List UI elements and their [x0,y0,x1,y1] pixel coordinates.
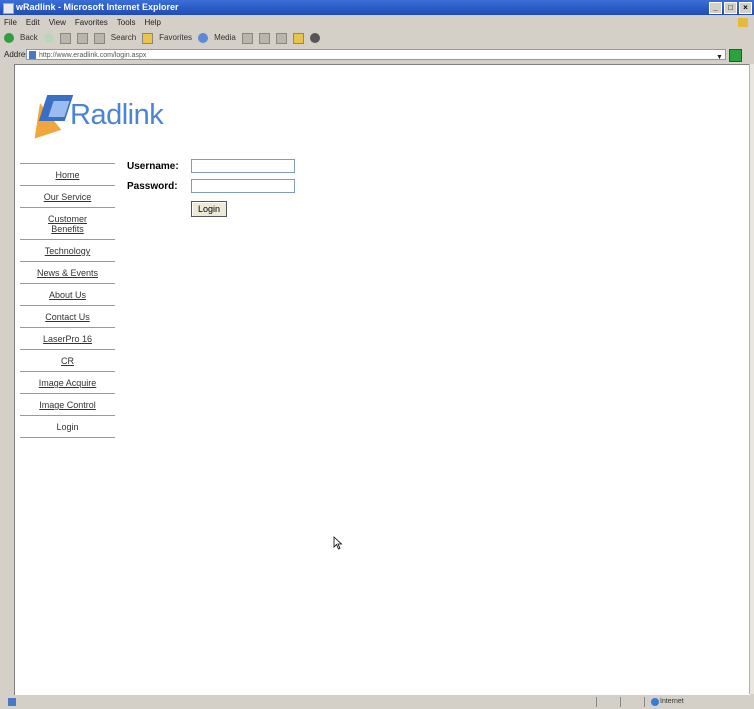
login-button[interactable]: Login [191,201,227,217]
security-zone-label: Internet [660,698,684,705]
address-url: http://www.eradlink.com/login.aspx [39,52,147,59]
address-bar: Address http://www.eradlink.com/login.as… [0,47,754,63]
menu-view[interactable]: View [49,16,66,29]
page-status-icon [8,698,16,706]
media-button[interactable]: Media [214,30,236,46]
favorites-button[interactable]: Favorites [159,30,192,46]
nav-customer-benefits[interactable]: Customer Benefits [20,207,115,239]
radlink-logo[interactable]: Radlink [24,93,189,145]
nav-home[interactable]: Home [20,163,115,185]
windows-flag-icon [738,18,748,27]
home-icon[interactable] [93,32,105,44]
vertical-scrollbar[interactable] [749,64,754,694]
messenger-icon[interactable] [309,33,320,43]
forward-arrow-icon[interactable] [43,33,54,43]
menu-file[interactable]: File [4,16,17,29]
title-bar: wRadlink - Microsoft Internet Explorer _… [0,0,754,15]
mail-icon[interactable] [258,32,270,44]
address-input[interactable]: http://www.eradlink.com/login.aspx [26,49,726,60]
nav-about-us[interactable]: About Us [20,283,115,305]
stop-icon[interactable] [59,32,71,44]
toolbar: Back Search Favorites Media [0,30,754,46]
nav-image-acquire[interactable]: Image Acquire [20,371,115,393]
back-button[interactable]: Back [20,30,38,46]
menu-favorites[interactable]: Favorites [75,16,108,29]
password-input[interactable] [191,179,295,193]
nav-laserpro-16[interactable]: LaserPro 16 [20,327,115,349]
internet-globe-icon [651,698,659,706]
nav-image-control[interactable]: Image Control [20,393,115,415]
close-button[interactable]: × [739,2,752,14]
maximize-button[interactable]: □ [724,2,737,14]
menu-edit[interactable]: Edit [26,16,40,29]
username-label: Username: [127,161,179,172]
username-input[interactable] [191,159,295,173]
back-arrow-icon[interactable] [4,33,14,43]
page-icon [29,51,36,59]
window-title: wRadlink - Microsoft Internet Explorer [16,2,179,12]
nav-cr[interactable]: CR [20,349,115,371]
status-divider [620,697,621,707]
media-icon [198,33,209,43]
status-bar: Internet [0,695,754,709]
mouse-cursor-icon [333,536,343,550]
menu-tools[interactable]: Tools [117,16,136,29]
search-button[interactable]: Search [111,30,136,46]
password-label: Password: [127,181,178,192]
favorites-star-icon [142,32,154,44]
nav-login[interactable]: Login [20,415,115,438]
nav-contact-us[interactable]: Contact Us [20,305,115,327]
status-divider [644,697,645,707]
side-nav: Home Our Service Customer Benefits Techn… [20,163,115,438]
refresh-icon[interactable] [76,32,88,44]
folder-icon[interactable] [292,32,304,44]
nav-news-events[interactable]: News & Events [20,261,115,283]
print-icon[interactable] [275,32,287,44]
status-divider [596,697,597,707]
minimize-button[interactable]: _ [709,2,722,14]
menu-help[interactable]: Help [144,16,160,29]
nav-our-service[interactable]: Our Service [20,185,115,207]
logo-wordmark: Radlink [70,99,164,131]
window-controls: _ □ × [709,2,752,14]
ie-icon [3,3,14,14]
page-content: Radlink Home Our Service Customer Benefi… [14,64,750,695]
nav-technology[interactable]: Technology [20,239,115,261]
menu-bar: File Edit View Favorites Tools Help [0,16,754,29]
history-icon[interactable] [241,32,253,44]
go-arrow-icon[interactable] [729,49,742,62]
